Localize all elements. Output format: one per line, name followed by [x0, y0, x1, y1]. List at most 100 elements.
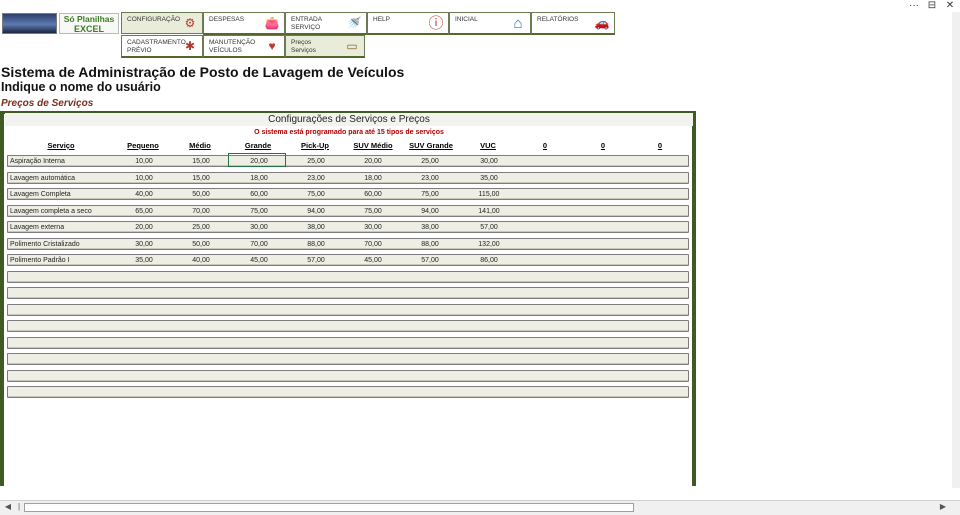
- car-wash-icon: 🚿: [346, 16, 362, 30]
- close-icon[interactable]: ✕: [942, 0, 958, 12]
- nav-help[interactable]: HELP ⓘ: [367, 12, 449, 35]
- service-name-cell[interactable]: Polimento Cristalizado: [10, 239, 80, 250]
- table-row[interactable]: [7, 320, 689, 332]
- table-row[interactable]: [7, 270, 689, 283]
- price-cell[interactable]: 60,00: [234, 189, 284, 200]
- logo-line1: Só Planilhas: [63, 14, 115, 24]
- price-cell[interactable]: 75,00: [234, 206, 284, 217]
- service-name-cell[interactable]: Lavagem automática: [10, 173, 75, 184]
- scroll-left-icon[interactable]: ◀: [3, 502, 13, 512]
- price-cell[interactable]: 86,00: [464, 255, 514, 266]
- nav-manutencao-veiculos[interactable]: MANUTENÇÃO VEÍCULOS ♥: [203, 35, 285, 58]
- table-row[interactable]: [7, 386, 689, 398]
- so-planilhas-logo: Só Planilhas EXCEL: [59, 13, 119, 34]
- price-cell[interactable]: 38,00: [405, 222, 455, 233]
- price-cell[interactable]: 30,00: [234, 222, 284, 233]
- vertical-scrollbar[interactable]: [952, 12, 960, 488]
- more-icon[interactable]: ···: [906, 0, 922, 12]
- service-name-cell[interactable]: Lavagem Completa: [10, 189, 71, 200]
- price-cell[interactable]: 65,00: [119, 206, 169, 217]
- price-cell[interactable]: 25,00: [405, 156, 455, 167]
- table-row[interactable]: [7, 287, 689, 299]
- table-row[interactable]: [7, 303, 689, 316]
- nav-precos-servicos[interactable]: Preços Serviços ▭: [285, 35, 365, 58]
- table-row[interactable]: Lavagem completa a seco 65,00 70,00 75,00 94…: [7, 204, 689, 217]
- price-cell[interactable]: 57,00: [405, 255, 455, 266]
- price-cell[interactable]: 23,00: [405, 173, 455, 184]
- price-cell[interactable]: 20,00: [119, 222, 169, 233]
- nav-configuracao[interactable]: CONFIGURAÇÃO ⚙: [121, 12, 203, 34]
- price-cell[interactable]: 70,00: [176, 206, 226, 217]
- price-cell[interactable]: 40,00: [119, 189, 169, 200]
- price-cell[interactable]: 94,00: [405, 206, 455, 217]
- price-cell[interactable]: 38,00: [291, 222, 341, 233]
- price-cell[interactable]: 70,00: [348, 239, 398, 250]
- service-name-cell[interactable]: Lavagem externa: [10, 222, 64, 233]
- horizontal-scroll-thumb[interactable]: [24, 503, 634, 512]
- price-cell[interactable]: 94,00: [291, 206, 341, 217]
- price-cell[interactable]: 35,00: [464, 173, 514, 184]
- car-report-icon: 🚗: [594, 16, 610, 30]
- nav-entrada-servico[interactable]: ENTRADA SERVIÇO 🚿: [285, 12, 367, 35]
- table-row[interactable]: Lavagem Completa 40,00 50,00 60,00 75,00 60,0…: [7, 188, 689, 200]
- col-vuc: VUC: [480, 141, 496, 150]
- price-cell[interactable]: 75,00: [405, 189, 455, 200]
- money-icon: ▭: [346, 39, 358, 53]
- price-cell[interactable]: 10,00: [119, 173, 169, 184]
- price-cell[interactable]: 60,00: [348, 189, 398, 200]
- price-cell[interactable]: 25,00: [176, 222, 226, 233]
- table-row[interactable]: Lavagem externa 20,00 25,00 30,00 38,00 30,00…: [7, 221, 689, 233]
- price-cell[interactable]: 88,00: [405, 239, 455, 250]
- price-cell[interactable]: 132,00: [464, 239, 514, 250]
- selected-cell[interactable]: [228, 153, 286, 167]
- sliders-icon: ⚙: [184, 16, 196, 30]
- nav-label: ENTRADA SERVIÇO: [291, 16, 322, 31]
- table-row[interactable]: [7, 369, 689, 382]
- car-wash-photo-logo: [2, 13, 57, 34]
- nav-despesas[interactable]: DESPESAS 👛: [203, 12, 285, 35]
- table-row[interactable]: Polimento Padrão I 35,00 40,00 45,00 57,00 45…: [7, 254, 689, 266]
- table-row[interactable]: [7, 353, 689, 365]
- table-row[interactable]: [7, 336, 689, 349]
- price-cell[interactable]: 50,00: [176, 189, 226, 200]
- price-cell[interactable]: 50,00: [176, 239, 226, 250]
- price-cell[interactable]: 30,00: [119, 239, 169, 250]
- col-extra-2: 0: [600, 141, 606, 150]
- price-cell[interactable]: 30,00: [464, 156, 514, 167]
- car-heart-icon: ♥: [268, 39, 276, 53]
- price-cell[interactable]: 18,00: [348, 173, 398, 184]
- price-cell[interactable]: 18,00: [234, 173, 284, 184]
- price-cell[interactable]: 10,00: [119, 156, 169, 167]
- price-cell[interactable]: 30,00: [348, 222, 398, 233]
- price-cell[interactable]: 57,00: [464, 222, 514, 233]
- user-name: Indique o nome do usuário: [1, 80, 161, 94]
- price-cell[interactable]: 25,00: [291, 156, 341, 167]
- price-cell[interactable]: 23,00: [291, 173, 341, 184]
- price-cell[interactable]: 15,00: [176, 173, 226, 184]
- table-row[interactable]: Polimento Cristalizado 30,00 50,00 70,00 88,…: [7, 237, 689, 250]
- price-cell[interactable]: 75,00: [348, 206, 398, 217]
- price-cell[interactable]: 57,00: [291, 255, 341, 266]
- nav-inicial[interactable]: INICIAL ⌂: [449, 12, 531, 35]
- price-cell[interactable]: 70,00: [234, 239, 284, 250]
- price-cell[interactable]: 88,00: [291, 239, 341, 250]
- service-name-cell[interactable]: Polimento Padrão I: [10, 255, 70, 266]
- price-cell[interactable]: 45,00: [234, 255, 284, 266]
- col-servico: Serviço: [47, 141, 75, 150]
- restore-icon[interactable]: ⊟: [924, 0, 940, 12]
- price-cell[interactable]: 141,00: [464, 206, 514, 217]
- price-cell[interactable]: 15,00: [176, 156, 226, 167]
- price-cell[interactable]: 115,00: [464, 189, 514, 200]
- scroll-right-icon[interactable]: ▶: [938, 502, 948, 512]
- service-name-cell[interactable]: Aspiração Interna: [10, 156, 65, 167]
- table-row[interactable]: Aspiração Interna 10,00 15,00 20,00 25,00 20,…: [7, 155, 689, 167]
- price-cell[interactable]: 75,00: [291, 189, 341, 200]
- nav-relatorios[interactable]: RELATÓRIOS 🚗: [531, 12, 615, 35]
- nav-cadastramento-previo[interactable]: CADASTRAMENTO PRÉVIO ✱: [121, 35, 203, 58]
- price-cell[interactable]: 35,00: [119, 255, 169, 266]
- price-cell[interactable]: 20,00: [348, 156, 398, 167]
- service-name-cell[interactable]: Lavagem completa a seco: [10, 206, 92, 217]
- table-row[interactable]: Lavagem automática 10,00 15,00 18,00 23,00 18…: [7, 171, 689, 184]
- price-cell[interactable]: 45,00: [348, 255, 398, 266]
- price-cell[interactable]: 40,00: [176, 255, 226, 266]
